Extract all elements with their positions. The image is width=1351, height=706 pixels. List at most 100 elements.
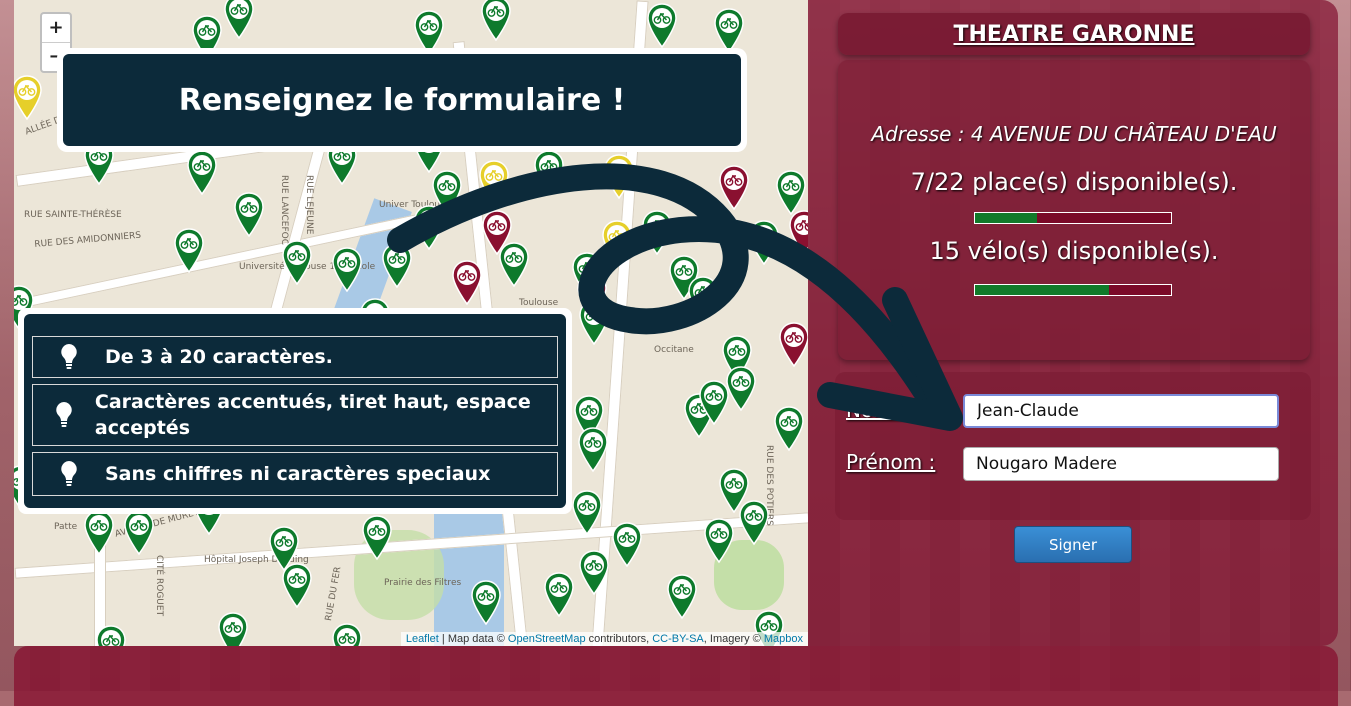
station-name: THEATRE GARONNE — [953, 21, 1195, 47]
bike-marker-icon — [667, 574, 697, 620]
rule-item: De 3 à 20 caractères. — [32, 336, 558, 378]
bike-station-marker[interactable] — [667, 574, 697, 620]
bike-station-marker[interactable] — [726, 366, 756, 412]
bike-station-marker[interactable] — [579, 550, 609, 596]
bike-marker-icon — [739, 500, 769, 546]
nom-input[interactable] — [963, 394, 1279, 428]
bike-marker-icon — [174, 228, 204, 274]
lightbulb-icon — [33, 460, 105, 488]
bike-marker-icon — [282, 563, 312, 609]
bike-marker-icon — [779, 322, 808, 368]
bike-station-marker[interactable] — [218, 612, 248, 646]
bike-station-marker[interactable] — [578, 427, 608, 473]
map-street-label: Patte — [54, 522, 78, 532]
bike-marker-icon — [479, 160, 509, 206]
bike-station-marker[interactable] — [332, 247, 362, 293]
zoom-in-button[interactable]: + — [42, 14, 70, 43]
bikes-progress-bar — [974, 284, 1172, 296]
bike-station-marker[interactable] — [789, 210, 808, 256]
bike-marker-icon — [124, 510, 154, 556]
bike-station-marker[interactable] — [499, 242, 529, 288]
places-available: 7/22 place(s) disponible(s). — [910, 168, 1238, 196]
bike-station-marker[interactable] — [174, 228, 204, 274]
bike-station-marker[interactable] — [362, 515, 392, 561]
map-street-label: RUE LEJEUNE — [304, 175, 314, 235]
bike-marker-icon — [414, 205, 444, 251]
bike-marker-icon — [749, 220, 779, 266]
bike-station-marker[interactable] — [688, 276, 718, 322]
osm-link[interactable]: OpenStreetMap — [508, 633, 586, 645]
bike-marker-icon — [647, 3, 677, 49]
bike-station-marker[interactable] — [642, 210, 672, 256]
bike-station-marker[interactable] — [84, 510, 114, 556]
bike-marker-icon — [187, 150, 217, 196]
rule-item: Caractères accentués, tiret haut, espace… — [32, 384, 558, 446]
bike-station-marker[interactable] — [282, 563, 312, 609]
bike-station-marker[interactable] — [749, 220, 779, 266]
bike-marker-icon — [726, 366, 756, 412]
bike-station-marker[interactable] — [224, 0, 254, 40]
bike-station-marker[interactable] — [779, 322, 808, 368]
attribution-text: , Imagery © — [703, 633, 764, 645]
mapbox-link[interactable]: Mapbox — [764, 633, 803, 645]
bike-marker-icon — [362, 515, 392, 561]
bike-station-marker[interactable] — [471, 580, 501, 626]
bike-station-marker[interactable] — [452, 260, 482, 306]
bikes-progress-fill — [975, 285, 1109, 295]
bike-station-marker[interactable] — [544, 572, 574, 618]
bike-station-marker[interactable] — [774, 406, 804, 452]
rule-text: Sans chiffres ni caractères speciaux — [105, 463, 491, 485]
station-info-box — [838, 60, 1310, 360]
bike-station-marker[interactable] — [234, 192, 264, 238]
rule-text: Caractères accentués, tiret haut, espace… — [94, 391, 531, 439]
bike-marker-icon — [332, 623, 362, 646]
bike-marker-icon — [471, 580, 501, 626]
bike-station-marker[interactable] — [604, 154, 634, 200]
bike-marker-icon — [579, 550, 609, 596]
bike-marker-icon — [579, 300, 609, 346]
bike-station-marker[interactable] — [647, 3, 677, 49]
map-street-label: RUE DES AMIDONNIERS — [34, 230, 142, 250]
bike-marker-icon — [96, 625, 126, 646]
map-street-label: RUE LANCEFOC — [279, 175, 289, 246]
bike-marker-icon — [774, 406, 804, 452]
sign-button[interactable]: Signer — [1014, 526, 1132, 563]
instruction-banner: Renseignez le formulaire ! — [57, 48, 747, 152]
bike-station-marker[interactable] — [414, 205, 444, 251]
places-progress-bar — [974, 212, 1172, 224]
bike-station-marker[interactable] — [332, 623, 362, 646]
leaflet-link[interactable]: Leaflet — [406, 633, 439, 645]
bike-station-marker[interactable] — [719, 165, 749, 211]
bike-station-marker[interactable] — [602, 220, 632, 266]
license-link[interactable]: CC-BY-SA — [652, 633, 704, 645]
bike-marker-icon — [604, 154, 634, 200]
nom-label: Nom : — [846, 398, 906, 422]
bike-station-marker[interactable] — [479, 160, 509, 206]
bike-station-marker[interactable] — [699, 380, 729, 426]
map-street-label: RUE SAINTE-THÉRÈSE — [24, 210, 122, 220]
bike-marker-icon — [544, 572, 574, 618]
bike-marker-icon — [382, 243, 412, 289]
bike-marker-icon — [534, 150, 564, 196]
bike-station-marker[interactable] — [14, 75, 42, 121]
bike-marker-icon — [704, 518, 734, 564]
bike-station-marker[interactable] — [612, 522, 642, 568]
map-street-label: RUE DU FER — [324, 565, 344, 622]
bottom-panel — [14, 646, 1338, 706]
bike-station-marker[interactable] — [534, 150, 564, 196]
bike-station-marker[interactable] — [96, 625, 126, 646]
attribution-text: contributors, — [585, 633, 653, 645]
bike-station-marker[interactable] — [572, 490, 602, 536]
bike-station-marker[interactable] — [124, 510, 154, 556]
prenom-input[interactable] — [963, 447, 1279, 481]
bike-station-marker[interactable] — [579, 300, 609, 346]
bike-station-marker[interactable] — [382, 243, 412, 289]
bike-station-marker[interactable] — [187, 150, 217, 196]
bike-station-marker[interactable] — [282, 240, 312, 286]
bike-station-marker[interactable] — [739, 500, 769, 546]
bike-marker-icon — [282, 240, 312, 286]
bike-station-marker[interactable] — [481, 0, 511, 42]
map-street-label: Occitane — [654, 345, 694, 355]
bike-station-marker[interactable] — [704, 518, 734, 564]
bike-marker-icon — [642, 210, 672, 256]
